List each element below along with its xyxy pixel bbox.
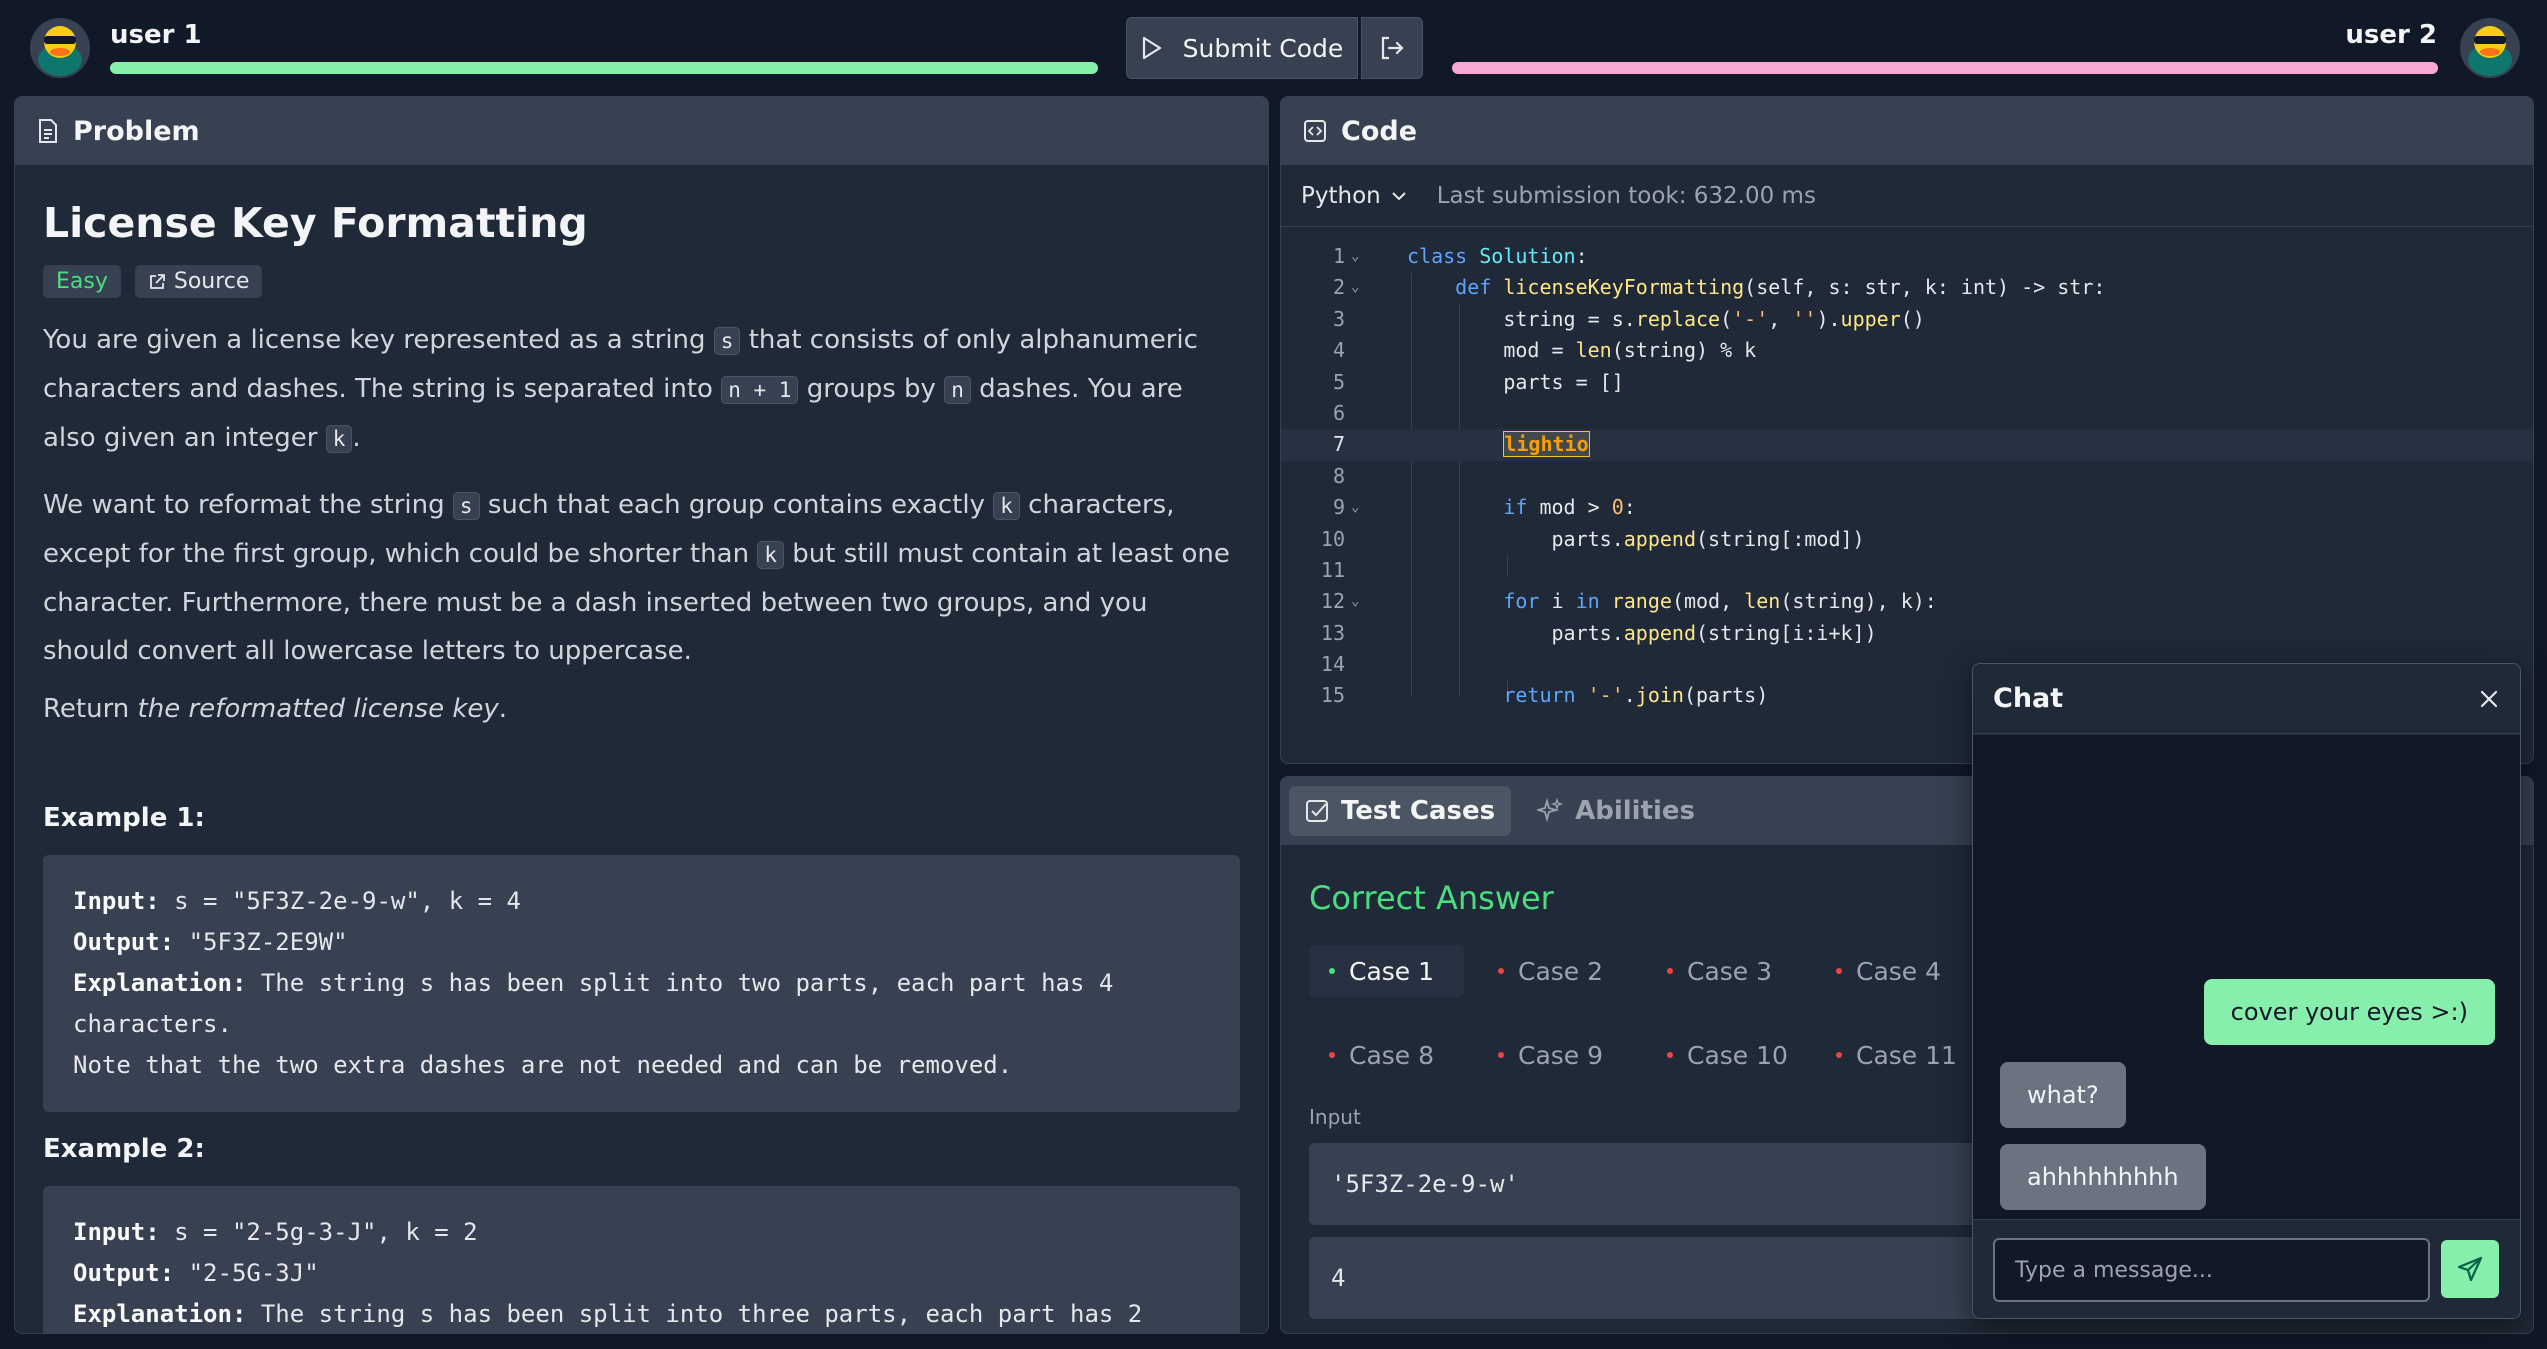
case-tab[interactable]: Case 3 xyxy=(1647,945,1802,997)
case-tab[interactable]: Case 10 xyxy=(1647,1029,1802,1081)
code-line: 4 mod = len(string) % k xyxy=(1332,338,1757,363)
case-tab[interactable]: Case 2 xyxy=(1478,945,1633,997)
code-line: 3 string = s.replace('-', '').upper() xyxy=(1332,306,1925,331)
example-1-title: Example 1: xyxy=(43,803,205,833)
send-button[interactable] xyxy=(2441,1240,2499,1298)
chat-header: Chat xyxy=(1973,664,2520,734)
play-icon xyxy=(1142,36,1161,60)
send-icon xyxy=(2457,1256,2483,1282)
code-icon xyxy=(1304,120,1326,142)
chevron-down-icon xyxy=(1392,191,1406,200)
case-tab[interactable]: Case 4 xyxy=(1816,945,1971,997)
code-header: Code xyxy=(1281,97,2533,165)
problem-panel: Problem License Key Formatting Easy Sour… xyxy=(14,96,1269,1334)
chat-messages: cover your eyes >:) what? ahhhhhhhhh xyxy=(1973,735,2520,1219)
language-label: Python xyxy=(1301,182,1381,209)
problem-paragraph-1: You are given a license key represented … xyxy=(43,325,1198,453)
submit-code-button[interactable]: Submit Code xyxy=(1126,17,1358,79)
problem-body: License Key Formatting Easy Source You a… xyxy=(15,165,1268,1333)
problem-title: License Key Formatting xyxy=(43,199,588,247)
code-toolbar: Python Last submission took: 632.00 ms xyxy=(1281,165,2533,227)
player1-avatar xyxy=(24,16,96,80)
top-bar: user 1 Submit Code user 2 xyxy=(0,0,2547,96)
problem-paragraph-2: We want to reformat the string s such th… xyxy=(43,490,1230,666)
close-icon[interactable] xyxy=(2478,688,2500,710)
document-icon xyxy=(39,119,57,143)
player2-name: user 2 xyxy=(2345,20,2437,50)
difficulty-badge: Easy xyxy=(43,265,121,298)
chat-title: Chat xyxy=(1993,683,2064,714)
code-line: 5 parts = [] xyxy=(1332,369,1624,394)
chat-window: Chat cover your eyes >:) what? ahhhhhhhh… xyxy=(1972,663,2521,1319)
player2-health-bar xyxy=(1452,62,2438,74)
problem-paragraph-3: Return the reformatted license key. xyxy=(43,694,508,724)
checkbox-icon xyxy=(1306,800,1328,822)
code-line: 2 ⌄ def licenseKeyFormatting(self, s: str… xyxy=(1332,275,2106,300)
chat-footer xyxy=(1973,1219,2520,1318)
chat-message-sent: cover your eyes >:) xyxy=(2203,979,2495,1045)
last-submission-time: Last submission took: 632.00 ms xyxy=(1436,182,1816,209)
source-link[interactable]: Source xyxy=(134,265,263,298)
exit-button[interactable] xyxy=(1361,17,1423,79)
code-line: 11 xyxy=(1320,557,1345,582)
problem-header: Problem xyxy=(15,97,1268,165)
problem-header-label: Problem xyxy=(73,115,200,147)
code-line: 12 ⌄ for i in range(mod, len(string), k): xyxy=(1320,589,1937,614)
chat-message-received: ahhhhhhhhh xyxy=(2000,1144,2206,1210)
code-header-label: Code xyxy=(1341,115,1418,147)
tab-test-cases[interactable]: Test Cases xyxy=(1289,786,1512,836)
tab-abilities[interactable]: Abilities xyxy=(1521,786,1711,836)
code-line: 13 parts.append(string[i:i+k]) xyxy=(1320,620,1877,645)
code-line: 1 ⌄ class Solution: xyxy=(1332,244,1588,268)
chat-message-input[interactable] xyxy=(1993,1238,2430,1302)
case-tab[interactable]: Case 11 xyxy=(1816,1029,1971,1081)
code-line: 10 parts.append(string[:mod]) xyxy=(1320,526,1865,551)
case-tab[interactable]: Case 9 xyxy=(1478,1029,1633,1081)
example-2-box: Input: s = "2-5g-3-J", k = 2 Output: "2-… xyxy=(43,1186,1240,1333)
example-1-box: Input: s = "5F3Z-2e-9-w", k = 4 Output: … xyxy=(43,855,1240,1112)
code-line: 6 xyxy=(1332,400,1345,425)
tab-test-cases-label: Test Cases xyxy=(1341,796,1496,826)
logout-icon xyxy=(1381,36,1404,60)
case-tab[interactable]: Case 8 xyxy=(1309,1029,1464,1081)
duck-avatar-icon xyxy=(30,18,90,78)
code-editor[interactable]: 1 ⌄ class Solution: 2 ⌄ def licenseKeyForma… xyxy=(1281,227,2533,712)
tab-abilities-label: Abilities xyxy=(1575,796,1696,826)
duck-avatar-icon xyxy=(2460,18,2520,78)
player1-health-bar xyxy=(110,62,1098,74)
language-select[interactable]: Python xyxy=(1301,183,1407,209)
code-line: 8 xyxy=(1332,463,1345,488)
player1-name: user 1 xyxy=(110,20,202,50)
example-2-title: Example 2: xyxy=(43,1134,205,1164)
source-label: Source xyxy=(173,269,250,294)
sparkles-icon xyxy=(1537,798,1564,823)
chat-message-received: what? xyxy=(2000,1062,2126,1128)
submit-code-label: Submit Code xyxy=(1182,33,1344,63)
case-tab[interactable]: Case 1 xyxy=(1309,945,1464,997)
code-line-active: 7 lightio xyxy=(1281,429,2533,461)
player2-avatar xyxy=(2454,16,2526,80)
external-link-icon xyxy=(149,273,165,289)
code-line: 9 ⌄ if mod > 0: xyxy=(1332,495,1636,520)
